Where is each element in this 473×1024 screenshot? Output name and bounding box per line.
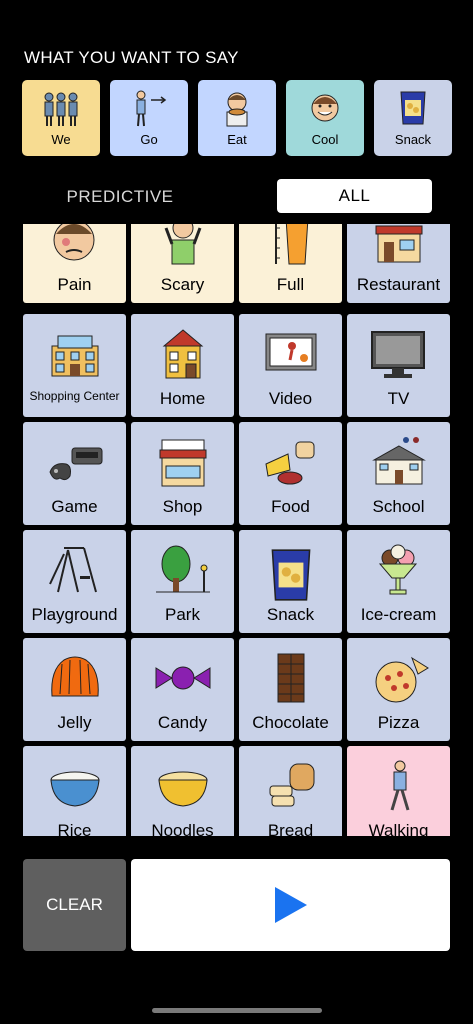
symbol-tile-label: Home bbox=[159, 389, 206, 408]
symbol-tile-food[interactable]: Food bbox=[239, 422, 342, 525]
symbol-tile-label: Walking bbox=[368, 821, 429, 836]
symbol-tile-candy[interactable]: Candy bbox=[131, 638, 234, 741]
symbol-tile-label: Rice bbox=[57, 821, 92, 836]
symbol-tile-label: Full bbox=[276, 275, 305, 294]
symbol-tile-snack[interactable]: Snack bbox=[239, 530, 342, 633]
symbol-grid[interactable]: Pain Scary Full Restaurant Shopping Center Ho… bbox=[0, 224, 473, 836]
symbol-tile-pizza[interactable]: Pizza bbox=[347, 638, 450, 741]
symbol-tile-tv[interactable]: TV bbox=[347, 314, 450, 417]
symbol-tile-home[interactable]: Home bbox=[131, 314, 234, 417]
symbol-tile-label: Shopping Center bbox=[29, 389, 120, 403]
sentence-word-we[interactable]: We bbox=[22, 80, 100, 156]
scared-person-icon bbox=[152, 224, 214, 266]
symbol-tile-restaurant[interactable]: Restaurant bbox=[347, 224, 450, 303]
sentence-word-go[interactable]: Go bbox=[110, 80, 188, 156]
symbol-tile-game[interactable]: Game bbox=[23, 422, 126, 525]
snack-bag-icon bbox=[260, 544, 322, 601]
shop-icon bbox=[152, 436, 214, 488]
candy-icon bbox=[152, 652, 214, 704]
symbol-tile-label: TV bbox=[387, 389, 410, 408]
tv-icon bbox=[368, 328, 430, 380]
chocolate-icon bbox=[260, 652, 322, 704]
symbol-tile-label: Park bbox=[165, 605, 200, 624]
mall-icon bbox=[44, 328, 106, 380]
rice-bowl-icon bbox=[44, 760, 106, 812]
video-screen-icon bbox=[260, 328, 322, 380]
symbol-tile-scary[interactable]: Scary bbox=[131, 224, 234, 303]
game-controller-icon bbox=[44, 436, 106, 488]
pain-face-icon bbox=[44, 224, 106, 266]
symbol-tile-jelly[interactable]: Jelly bbox=[23, 638, 126, 741]
sentence-word-label: Cool bbox=[311, 132, 339, 147]
sentence-word-label: Snack bbox=[394, 132, 432, 147]
bread-icon bbox=[260, 760, 322, 812]
symbol-tile-school[interactable]: School bbox=[347, 422, 450, 525]
symbol-tile-pain[interactable]: Pain bbox=[23, 224, 126, 303]
sentence-word-snack[interactable]: Snack bbox=[374, 80, 452, 156]
symbol-tile-label: Snack bbox=[266, 605, 315, 624]
people-icon bbox=[41, 88, 81, 128]
symbol-tile-label: Jelly bbox=[57, 713, 92, 732]
symbol-tile-bread[interactable]: Bread bbox=[239, 746, 342, 836]
pizza-icon bbox=[368, 652, 430, 704]
restaurant-icon bbox=[368, 224, 430, 266]
symbol-tile-label: Playground bbox=[31, 605, 118, 624]
symbol-tile-park[interactable]: Park bbox=[131, 530, 234, 633]
school-icon bbox=[368, 436, 430, 488]
speak-button[interactable] bbox=[131, 859, 450, 951]
symbol-tile-label: Game bbox=[51, 497, 98, 516]
sentence-word-eat[interactable]: Eat bbox=[198, 80, 276, 156]
symbol-tile-label: Scary bbox=[160, 275, 205, 294]
home-indicator[interactable] bbox=[152, 1008, 322, 1013]
sentence-word-label: Go bbox=[140, 132, 158, 147]
symbol-tile-label: Restaurant bbox=[356, 275, 441, 294]
food-icon bbox=[260, 436, 322, 488]
symbol-tile-label: Bread bbox=[267, 821, 314, 836]
sentence-word-label: Eat bbox=[227, 132, 247, 147]
symbol-tile-label: School bbox=[372, 497, 425, 516]
symbol-tile-full[interactable]: Full bbox=[239, 224, 342, 303]
sentence-word-label: We bbox=[51, 132, 71, 147]
symbol-tile-label: Food bbox=[271, 497, 310, 516]
symbol-tile-noodles[interactable]: Noodles bbox=[131, 746, 234, 836]
jelly-icon bbox=[44, 652, 106, 704]
symbol-tile-rice[interactable]: Rice bbox=[23, 746, 126, 836]
symbol-tile-label: Video bbox=[268, 389, 313, 408]
clear-button[interactable]: CLEAR bbox=[23, 859, 126, 951]
symbol-tile-label: Shop bbox=[162, 497, 203, 516]
symbol-tile-label: Pizza bbox=[377, 713, 420, 732]
symbol-tile-label: Pain bbox=[57, 275, 92, 294]
symbol-tile-chocolate[interactable]: Chocolate bbox=[239, 638, 342, 741]
header-title: WHAT YOU WANT TO SAY bbox=[24, 48, 239, 67]
person-eating-icon bbox=[217, 88, 257, 128]
symbol-tile-walking[interactable]: Walking bbox=[347, 746, 450, 836]
symbol-tile-ice-cream[interactable]: Ice-cream bbox=[347, 530, 450, 633]
tab-predictive[interactable]: PREDICTIVE bbox=[40, 180, 200, 214]
play-icon bbox=[274, 887, 307, 923]
smiling-face-icon bbox=[305, 88, 345, 128]
symbol-tile-label: Candy bbox=[157, 713, 208, 732]
symbol-tile-video[interactable]: Video bbox=[239, 314, 342, 417]
symbol-tile-shopping-center[interactable]: Shopping Center bbox=[23, 314, 126, 417]
person-walking-arrow-icon bbox=[129, 88, 169, 128]
symbol-tile-shop[interactable]: Shop bbox=[131, 422, 234, 525]
ice-cream-icon bbox=[368, 544, 430, 596]
tab-all[interactable]: ALL bbox=[277, 179, 432, 213]
full-glass-icon bbox=[260, 224, 322, 266]
snack-bag-icon bbox=[393, 88, 433, 128]
symbol-tile-label: Chocolate bbox=[252, 713, 329, 732]
sentence-word-cool[interactable]: Cool bbox=[286, 80, 364, 156]
noodles-bowl-icon bbox=[152, 760, 214, 812]
symbol-tile-label: Noodles bbox=[151, 821, 214, 836]
symbol-tile-label: Ice-cream bbox=[360, 605, 437, 624]
house-icon bbox=[152, 328, 214, 380]
playground-icon bbox=[44, 544, 106, 596]
tree-icon bbox=[152, 544, 214, 596]
walking-person-icon bbox=[368, 760, 430, 812]
sentence-bar: We Go Eat Cool Snack bbox=[22, 80, 452, 158]
symbol-tile-playground[interactable]: Playground bbox=[23, 530, 126, 633]
